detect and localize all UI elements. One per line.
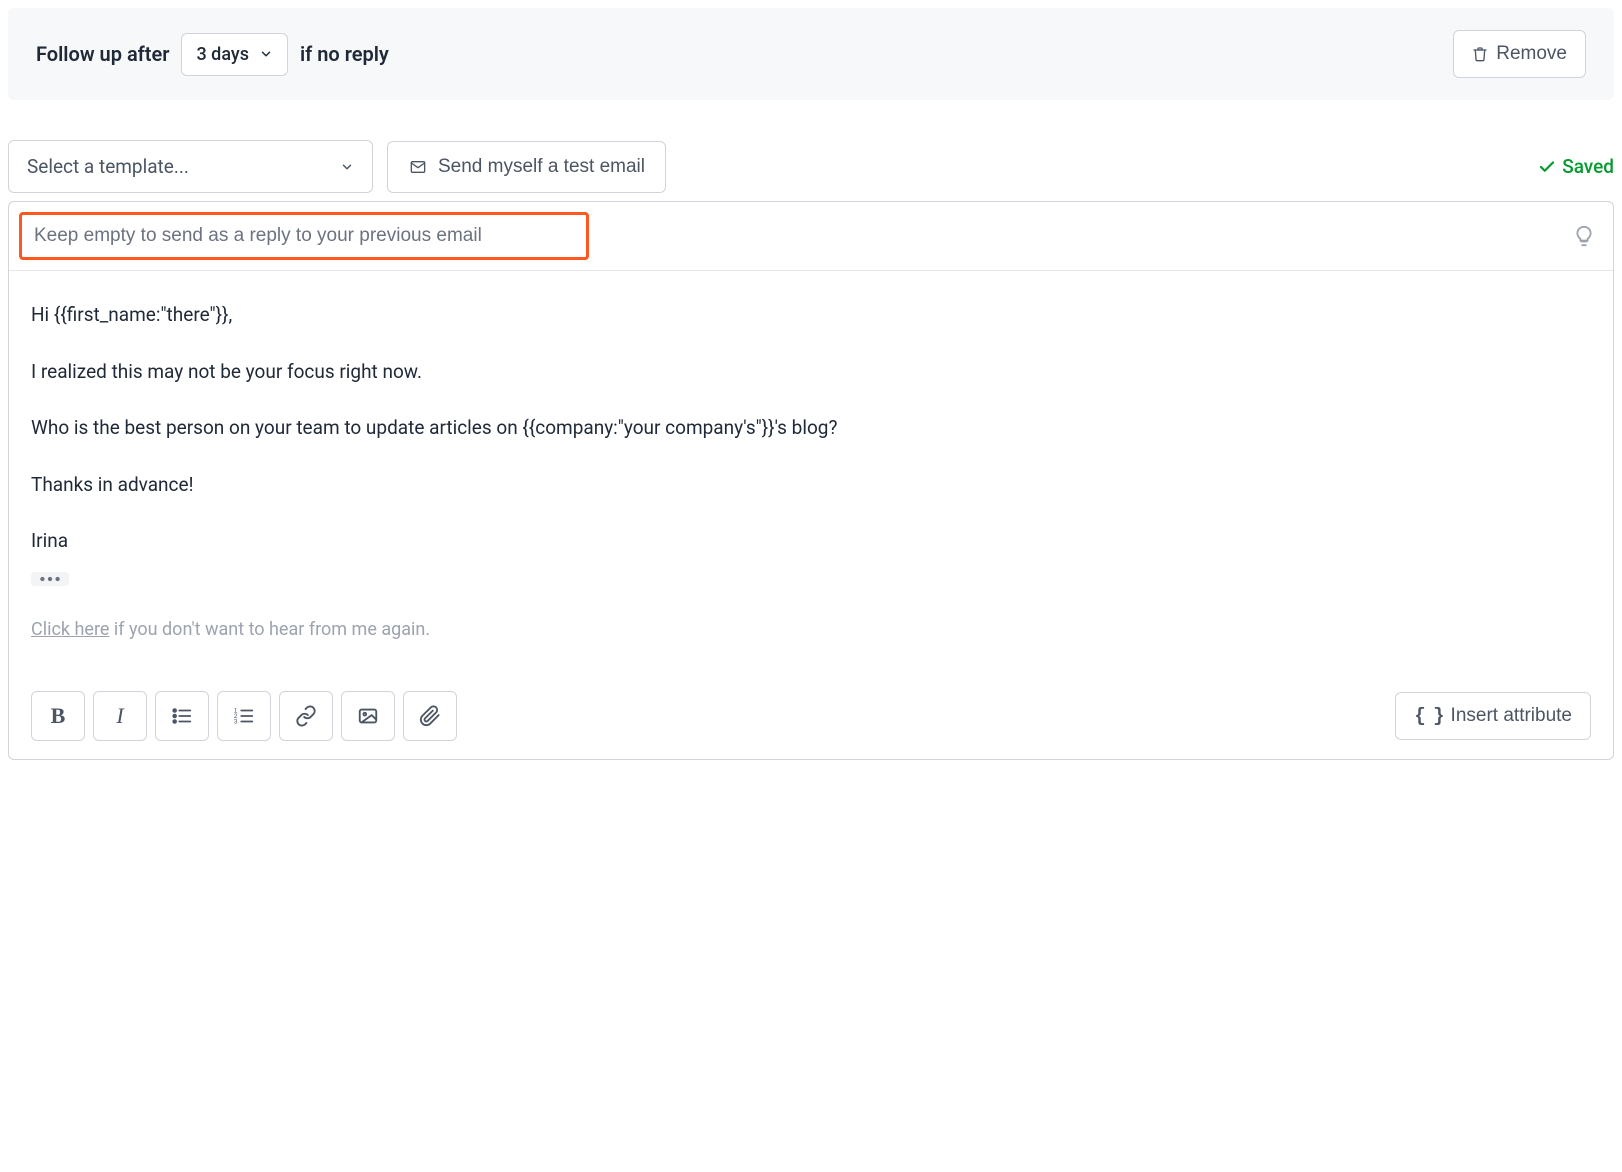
followup-days-value: 3 days xyxy=(196,44,249,65)
subject-highlight xyxy=(19,212,589,260)
insert-attribute-button[interactable]: { } Insert attribute xyxy=(1395,692,1591,740)
test-email-label: Send myself a test email xyxy=(438,156,645,178)
bold-button[interactable]: B xyxy=(31,691,85,741)
followup-days-select[interactable]: 3 days xyxy=(181,33,288,76)
editor-container: Hi {{first_name:"there"}}, I realized th… xyxy=(8,201,1614,760)
template-placeholder: Select a template... xyxy=(27,155,189,178)
svg-text:3: 3 xyxy=(234,718,238,725)
chevron-down-icon xyxy=(259,47,273,61)
chevron-down-icon xyxy=(340,160,354,174)
subject-row xyxy=(9,202,1613,271)
bullet-list-button[interactable] xyxy=(155,691,209,741)
toolbar-left: B I 123 xyxy=(31,691,457,741)
template-select[interactable]: Select a template... xyxy=(8,140,373,193)
body-line-2: I realized this may not be your focus ri… xyxy=(31,358,1591,387)
envelope-icon xyxy=(408,159,428,175)
editor-toolbar: B I 123 { } Insert attribute xyxy=(9,691,1613,759)
send-test-email-button[interactable]: Send myself a test email xyxy=(387,141,666,193)
numbered-list-button[interactable]: 123 xyxy=(217,691,271,741)
paperclip-icon xyxy=(419,705,441,727)
lightbulb-icon[interactable] xyxy=(1573,225,1595,247)
body-line-3: Who is the best person on your team to u… xyxy=(31,414,1591,443)
body-line-1: Hi {{first_name:"there"}}, xyxy=(31,301,1591,330)
remove-button[interactable]: Remove xyxy=(1453,30,1586,78)
unsubscribe-line: Click here if you don't want to hear fro… xyxy=(31,616,1591,643)
template-left: Select a template... Send myself a test … xyxy=(8,140,666,193)
check-icon xyxy=(1538,158,1556,176)
link-button[interactable] xyxy=(279,691,333,741)
ellipsis-icon xyxy=(37,572,63,586)
braces-icon: { } xyxy=(1414,705,1442,727)
followup-bar: Follow up after 3 days if no reply Remov… xyxy=(8,8,1614,100)
italic-icon: I xyxy=(116,703,123,729)
followup-prefix: Follow up after xyxy=(36,42,169,66)
bullet-list-icon xyxy=(171,705,193,727)
image-icon xyxy=(357,705,379,727)
followup-suffix: if no reply xyxy=(300,42,389,66)
email-body[interactable]: Hi {{first_name:"there"}}, I realized th… xyxy=(9,271,1613,691)
body-line-4: Thanks in advance! xyxy=(31,471,1591,500)
unsubscribe-link[interactable]: Click here xyxy=(31,619,109,640)
italic-button[interactable]: I xyxy=(93,691,147,741)
template-row: Select a template... Send myself a test … xyxy=(8,140,1614,193)
remove-label: Remove xyxy=(1496,43,1567,65)
bold-icon: B xyxy=(51,703,66,729)
subject-input[interactable] xyxy=(34,225,574,247)
insert-attribute-label: Insert attribute xyxy=(1451,705,1572,727)
body-signature: Irina xyxy=(31,527,1591,556)
numbered-list-icon: 123 xyxy=(233,705,255,727)
link-icon xyxy=(295,705,317,727)
trash-icon xyxy=(1472,45,1488,63)
unsubscribe-rest: if you don't want to hear from me again. xyxy=(109,619,430,640)
saved-indicator: Saved xyxy=(1538,155,1614,178)
attachment-button[interactable] xyxy=(403,691,457,741)
saved-label: Saved xyxy=(1562,155,1614,178)
image-button[interactable] xyxy=(341,691,395,741)
quoted-content-toggle[interactable] xyxy=(31,572,69,586)
followup-settings: Follow up after 3 days if no reply xyxy=(36,33,389,76)
